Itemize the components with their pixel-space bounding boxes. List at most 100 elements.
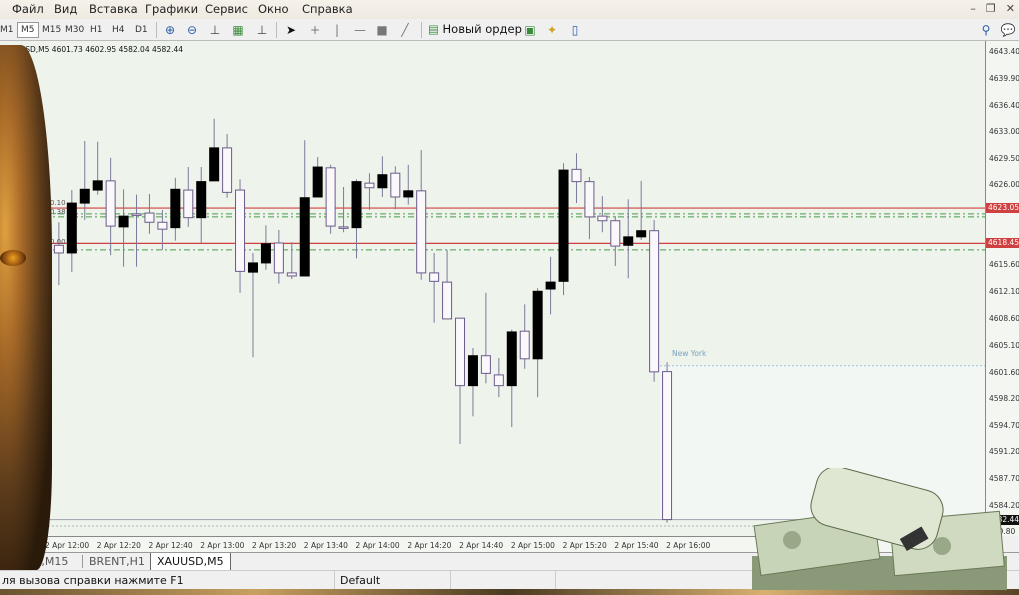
candle-bull (532, 290, 543, 360)
menu-insert[interactable]: Вставка (89, 2, 138, 16)
candle-bull (299, 197, 310, 277)
horizontal-line-icon[interactable]: — (352, 22, 368, 38)
menu-charts[interactable]: Графики (145, 2, 198, 16)
navigator-icon[interactable]: ▯ (567, 22, 583, 38)
candle-bull (351, 181, 362, 229)
vertical-line-icon[interactable]: | (329, 22, 345, 38)
trendline-icon[interactable]: ╱ (397, 22, 413, 38)
candle-bull (247, 262, 258, 273)
menu-help[interactable]: Справка (302, 2, 353, 16)
rectangle-icon[interactable]: ■ (374, 22, 390, 38)
candle-bear (364, 182, 375, 189)
price-label: 4636.40 (989, 100, 1019, 110)
chart-info: XAUUSD,M5 4601.73 4602.95 4582.04 4582.4… (4, 45, 184, 54)
tab-brent-h1[interactable]: BRENT,H1 (82, 555, 145, 568)
candle-bear (183, 189, 194, 219)
price-axis[interactable]: 4643.40 4639.90 4636.40 4633.00 4629.50 4626.… (985, 41, 1019, 536)
timeframe-m30[interactable]: M30 (65, 25, 84, 35)
tab-xauusd-m5[interactable]: XAUUSD,M5 (150, 553, 231, 571)
time-label: 2 Apr 15:20 (562, 541, 607, 550)
price-label: 4601.60 (989, 367, 1019, 377)
candle-bull (377, 174, 388, 189)
candle-bear (144, 212, 155, 223)
chart-area[interactable]: New York 0.10 0.38 0.00 (0, 41, 985, 536)
minimize-button[interactable]: – (970, 2, 976, 15)
menu-file[interactable]: Файл (12, 2, 44, 16)
candle-bear (442, 281, 453, 320)
menu-tools[interactable]: Сервис (205, 2, 248, 16)
crosshair-icon[interactable]: + (307, 22, 323, 38)
chart-shift-icon[interactable]: ⊥ (254, 22, 270, 38)
price-label: 4605.10 (989, 340, 1019, 350)
price-box-level-upper: 4623.05 (986, 203, 1019, 214)
timeframe-m15[interactable]: M15 (42, 25, 61, 35)
timeframe-h1[interactable]: H1 (90, 25, 103, 35)
time-label: 2 Apr 16:00 (666, 541, 711, 550)
candle-bull (636, 230, 647, 238)
chat-icon[interactable]: 💬 (1000, 22, 1016, 38)
status-profile: Default (340, 574, 381, 587)
fib-label: 0.38 (50, 208, 66, 216)
new-order-button[interactable]: ▤ Новый ордер (428, 22, 522, 36)
cat-eye (0, 250, 26, 266)
candle-bear (416, 190, 427, 274)
candle-bear (597, 215, 608, 222)
restore-button[interactable]: ❐ (986, 2, 996, 15)
price-label: 4629.50 (989, 153, 1019, 163)
timeframe-h4[interactable]: H4 (112, 25, 125, 35)
timeframe-m1[interactable]: M1 (0, 25, 14, 35)
candlestick-chart (0, 118, 985, 527)
candle-bear (610, 220, 621, 247)
price-label: 4633.00 (989, 126, 1019, 136)
candle-bull (260, 243, 271, 264)
autotrading-icon[interactable]: ✦ (544, 22, 560, 38)
menu-window[interactable]: Окно (258, 2, 289, 16)
candle-bear (493, 374, 504, 387)
price-label: 4598.20 (989, 393, 1019, 403)
candle-bear (390, 172, 401, 198)
candle-bear (325, 167, 336, 227)
search-icon[interactable]: ⚲ (978, 22, 994, 38)
fib-label: 0.10 (50, 199, 66, 207)
candle-bear (131, 213, 142, 216)
candle-bear (286, 272, 297, 277)
autoscroll-icon[interactable]: ⊥ (207, 22, 223, 38)
candle-bull (558, 169, 569, 282)
money-stack-image (752, 468, 1007, 590)
price-box-level-lower: 4618.45 (986, 238, 1019, 249)
candle-bull (118, 215, 129, 228)
grid-icon[interactable]: ▦ (230, 22, 246, 38)
time-label: 2 Apr 12:40 (148, 541, 193, 550)
fib-label: 0.00 (50, 238, 66, 246)
time-label: 2 Apr 14:20 (407, 541, 452, 550)
cat-image-overlay (0, 45, 52, 570)
time-label: 2 Apr 15:40 (614, 541, 659, 550)
candle-bull (623, 236, 634, 246)
price-label: 4626.00 (989, 180, 1019, 190)
time-label: 2 Apr 13:40 (303, 541, 348, 550)
price-label: 4643.40 (989, 47, 1019, 56)
candle-bear (273, 242, 284, 274)
candle-bull (170, 188, 181, 229)
timeframe-m5[interactable]: M5 (17, 22, 39, 38)
new-order-icon: ▤ (428, 22, 439, 36)
price-label: 4615.60 (989, 260, 1019, 270)
candle-bear (584, 181, 595, 218)
time-label: 2 Apr 14:40 (459, 541, 504, 550)
candle-bear (455, 317, 466, 387)
time-label: 2 Apr 13:00 (200, 541, 245, 550)
close-button[interactable]: ✕ (1006, 2, 1015, 15)
candle-bull (66, 202, 77, 254)
zoom-in-icon[interactable]: ⊕ (162, 22, 178, 38)
menu-view[interactable]: Вид (54, 2, 77, 16)
new-order-label: Новый ордер (442, 22, 522, 36)
candle-bear (105, 180, 116, 227)
expert-icon[interactable]: ▣ (522, 22, 538, 38)
price-label: 4591.20 (989, 447, 1019, 457)
zoom-out-icon[interactable]: ⊖ (184, 22, 200, 38)
timeframe-d1[interactable]: D1 (135, 25, 148, 35)
price-label: 4612.10 (989, 287, 1019, 297)
status-help: ля вызова справки нажмите F1 (2, 574, 184, 587)
candle-bear (157, 221, 168, 230)
cursor-icon[interactable]: ➤ (283, 22, 299, 38)
